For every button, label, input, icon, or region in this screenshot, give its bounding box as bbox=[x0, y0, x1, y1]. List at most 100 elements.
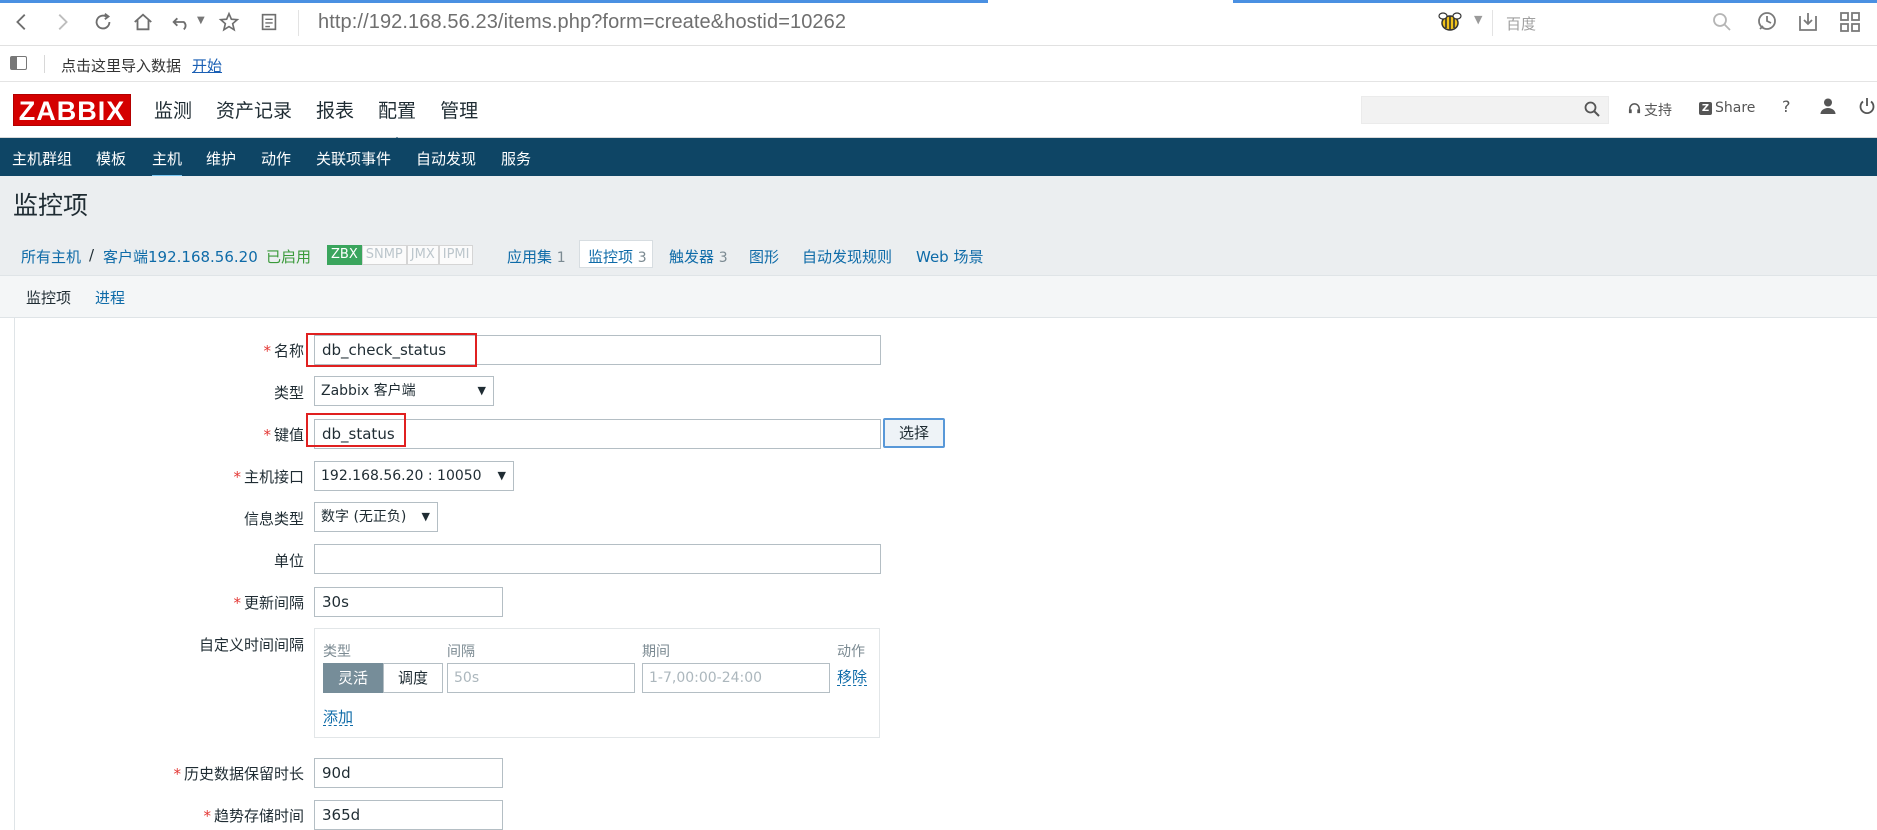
badge-zbx: ZBX bbox=[327, 245, 362, 265]
host-interface-label: * 主机接口 bbox=[233, 468, 304, 486]
menu-reports[interactable]: 报表 bbox=[316, 96, 354, 123]
back-icon[interactable] bbox=[9, 9, 35, 35]
menu-inventory[interactable]: 资产记录 bbox=[216, 96, 292, 123]
nav-items-count: 3 bbox=[637, 250, 647, 266]
form-tabs: 监控项 进程 bbox=[0, 276, 1877, 322]
headset-icon bbox=[1628, 102, 1641, 119]
badge-jmx: JMX bbox=[406, 245, 439, 265]
bee-extension-icon[interactable] bbox=[1437, 10, 1463, 38]
trends-input[interactable] bbox=[314, 800, 503, 830]
address-bar[interactable]: http://192.168.56.23/items.php?form=crea… bbox=[318, 11, 846, 34]
submenu-maintenance[interactable]: 维护 bbox=[206, 148, 236, 169]
apps-grid-icon[interactable] bbox=[1838, 10, 1862, 38]
download-icon[interactable] bbox=[1796, 10, 1820, 38]
col-action-header: 动作 bbox=[837, 644, 865, 660]
global-search-input[interactable] bbox=[1361, 96, 1609, 124]
title-area: 监控项 bbox=[0, 176, 1877, 226]
col-interval-header: 间隔 bbox=[447, 644, 475, 660]
page-title: 监控项 bbox=[13, 191, 89, 220]
info-type-select[interactable]: 数字 (无正负) ▼ bbox=[314, 502, 438, 532]
submenu-actions[interactable]: 动作 bbox=[261, 148, 291, 169]
submenu-discovery[interactable]: 自动发现 bbox=[416, 148, 476, 169]
host-interface-value: 192.168.56.20 : 10050 bbox=[321, 468, 482, 484]
nav-graphs[interactable]: 图形 bbox=[749, 246, 779, 267]
nav-web-scenarios[interactable]: Web 场景 bbox=[916, 246, 983, 267]
submenu-event-correlation[interactable]: 关联项事件 bbox=[316, 148, 391, 169]
submenu-templates[interactable]: 模板 bbox=[96, 148, 126, 169]
host-status-enabled[interactable]: 已启用 bbox=[266, 246, 311, 267]
custom-intervals-label: 自定义时间间隔 bbox=[198, 636, 304, 654]
nav-triggers-count: 3 bbox=[718, 250, 728, 266]
user-profile-icon[interactable] bbox=[1819, 97, 1837, 119]
support-label: 支持 bbox=[1644, 103, 1672, 119]
update-interval-input[interactable] bbox=[314, 587, 503, 617]
breadcrumb-host[interactable]: 客户端192.168.56.20 bbox=[103, 246, 258, 267]
tab-preprocessing[interactable]: 进程 bbox=[95, 287, 125, 308]
home-icon[interactable] bbox=[130, 9, 156, 35]
search-icon[interactable] bbox=[1584, 101, 1600, 121]
tab-item[interactable]: 监控项 bbox=[14, 287, 83, 322]
key-select-button[interactable]: 选择 bbox=[883, 418, 945, 448]
history-label: * 历史数据保留时长 bbox=[173, 765, 304, 783]
units-input[interactable] bbox=[314, 544, 881, 574]
menu-configuration[interactable]: 配置 bbox=[378, 96, 416, 145]
breadcrumb-separator: / bbox=[89, 246, 95, 264]
nav-applications[interactable]: 应用集 1 bbox=[507, 246, 566, 267]
reload-icon[interactable] bbox=[90, 9, 116, 35]
host-navigation: 所有主机 / 客户端192.168.56.20 已启用 ZBX SNMP JMX… bbox=[0, 226, 1877, 276]
submenu-host-groups[interactable]: 主机群组 bbox=[12, 148, 72, 169]
sign-out-icon[interactable] bbox=[1858, 97, 1876, 119]
reader-mode-icon[interactable] bbox=[256, 9, 282, 35]
nav-triggers[interactable]: 触发器 3 bbox=[669, 246, 728, 267]
remove-interval-link[interactable]: 移除 bbox=[837, 669, 868, 686]
name-input[interactable] bbox=[314, 335, 881, 365]
badge-ipmi: IPMI bbox=[438, 245, 474, 265]
bookmark-divider bbox=[44, 55, 45, 73]
submenu-hosts[interactable]: 主机 bbox=[152, 148, 183, 178]
nav-items[interactable]: 监控项 3 bbox=[588, 246, 647, 267]
zabbix-logo[interactable]: ZABBIX bbox=[13, 94, 131, 126]
favorite-star-icon[interactable] bbox=[216, 9, 242, 35]
type-select[interactable]: Zabbix 客户端 ▼ bbox=[314, 376, 494, 406]
add-interval-link[interactable]: 添加 bbox=[323, 709, 354, 726]
help-icon[interactable]: ? bbox=[1782, 97, 1791, 116]
extension-dropdown-icon[interactable]: ▼ bbox=[1474, 13, 1482, 26]
main-menu: 监测 资产记录 报表 配置 管理 bbox=[154, 96, 478, 145]
undo-dropdown-icon[interactable]: ▼ bbox=[197, 15, 205, 26]
nav-discovery-rules[interactable]: 自动发现规则 bbox=[802, 246, 892, 267]
import-start-link[interactable]: 开始 bbox=[192, 55, 222, 76]
type-label: 类型 bbox=[273, 384, 304, 402]
custom-intervals-table: 类型 间隔 期间 动作 灵活 调度 50s 1-7,00:00-24:00 移除… bbox=[314, 628, 880, 738]
nav-applications-label: 应用集 bbox=[507, 248, 553, 266]
share-link[interactable]: Z Share bbox=[1699, 100, 1755, 116]
flexible-toggle[interactable]: 灵活 bbox=[323, 663, 383, 693]
menu-monitoring[interactable]: 监测 bbox=[154, 96, 192, 123]
key-label: * 键值 bbox=[263, 426, 304, 444]
breadcrumb-all-hosts[interactable]: 所有主机 bbox=[21, 246, 81, 267]
info-type-value: 数字 (无正负) bbox=[321, 509, 407, 525]
host-interface-select[interactable]: 192.168.56.20 : 10050 ▼ bbox=[314, 461, 514, 491]
submenu-services[interactable]: 服务 bbox=[501, 148, 531, 169]
menu-administration[interactable]: 管理 bbox=[440, 96, 478, 123]
bookmark-bar: 点击这里导入数据 开始 bbox=[0, 46, 1877, 82]
forward-icon[interactable] bbox=[49, 9, 75, 35]
import-bookmarks-text: 点击这里导入数据 bbox=[61, 57, 182, 75]
key-input[interactable] bbox=[314, 419, 881, 449]
history-icon[interactable] bbox=[1756, 10, 1780, 38]
zabbix-header: ZABBIX 监测 资产记录 报表 配置 管理 支持 Z Share ? bbox=[0, 82, 1877, 145]
custom-period-input[interactable]: 1-7,00:00-24:00 bbox=[642, 663, 830, 693]
chevron-down-icon: ▼ bbox=[477, 384, 486, 397]
support-link[interactable]: 支持 bbox=[1628, 100, 1672, 120]
browser-toolbar: ▼ http://192.168.56.23/items.php?form=cr… bbox=[0, 0, 1877, 46]
col-period-header: 期间 bbox=[642, 644, 670, 660]
scheduling-toggle[interactable]: 调度 bbox=[383, 663, 443, 693]
sidebar-toggle-icon[interactable] bbox=[10, 56, 27, 70]
search-icon[interactable] bbox=[1712, 12, 1732, 36]
custom-interval-input[interactable]: 50s bbox=[447, 663, 635, 693]
undo-icon[interactable] bbox=[168, 9, 194, 35]
trends-label: * 趋势存储时间 bbox=[203, 807, 304, 825]
browser-search-input[interactable]: 百度 bbox=[1506, 13, 1536, 34]
col-type-header: 类型 bbox=[323, 644, 351, 660]
history-input[interactable] bbox=[314, 758, 503, 788]
configuration-submenu: 主机群组 模板 主机 维护 动作 关联项事件 自动发现 服务 bbox=[0, 138, 1877, 178]
